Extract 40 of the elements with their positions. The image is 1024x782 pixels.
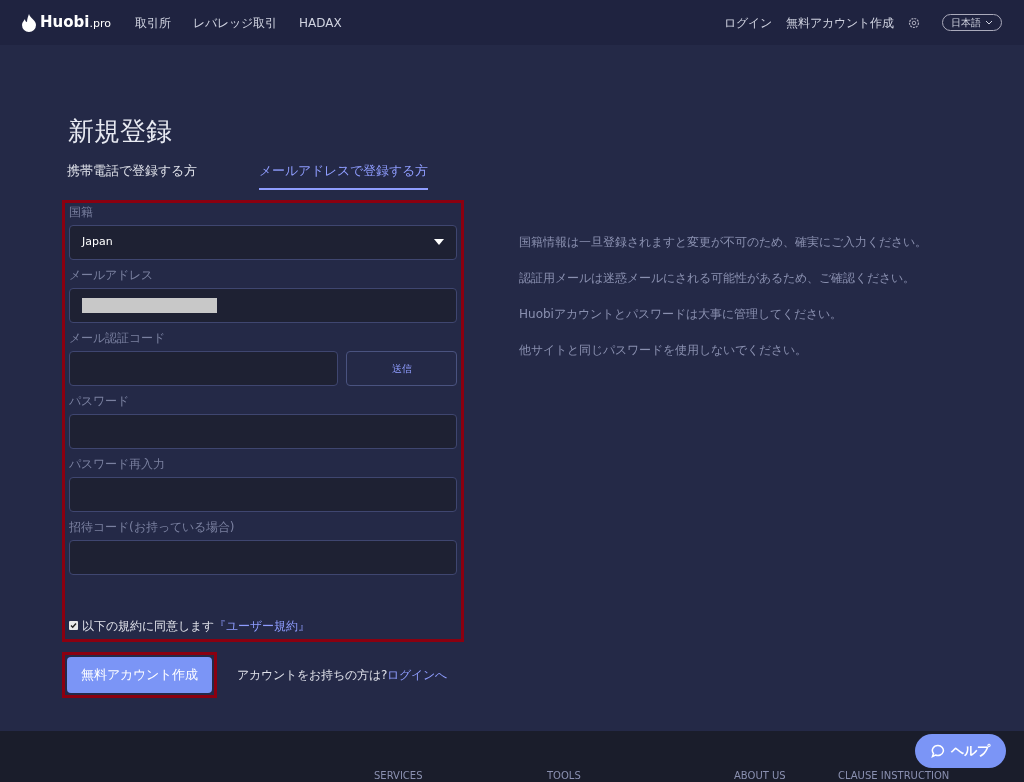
dropdown-caret-icon — [434, 239, 444, 245]
header-link[interactable]: 無料アカウント作成 — [786, 13, 894, 32]
header-link[interactable]: ログイン — [724, 13, 772, 32]
footer-heading: TOOLS — [547, 770, 582, 782]
tab[interactable]: メールアドレスで登録する方 — [259, 161, 428, 190]
login-prompt: アカウントをお持ちの方は?ログインへ — [237, 666, 448, 684]
field-label: 国籍 — [69, 204, 94, 219]
nav-link[interactable]: レバレッジ取引 — [192, 13, 277, 32]
footer-heading: ABOUT US — [734, 770, 787, 782]
country-select[interactable]: Japan — [69, 224, 457, 260]
info-note: 国籍情報は一旦登録されますと変更が不可のため、確実にご入力ください。 — [519, 234, 927, 251]
email-input[interactable] — [69, 287, 457, 323]
input-field[interactable] — [69, 413, 457, 449]
settings-icon[interactable] — [908, 16, 920, 29]
input-field[interactable] — [69, 539, 457, 575]
tab[interactable]: 携帯電話で登録する方 — [67, 161, 197, 190]
nav-link[interactable]: 取引所 — [134, 13, 171, 32]
chevron-down-icon — [985, 20, 993, 25]
input-field[interactable] — [69, 476, 457, 512]
agree-checkbox[interactable] — [69, 621, 78, 630]
footer-heading: SERVICES — [374, 770, 424, 782]
logo-text: Huobi.pro — [40, 12, 111, 34]
info-note: 認証用メールは迷惑メールにされる可能性があるため、ご確認ください。 — [519, 270, 916, 287]
code-input[interactable] — [69, 350, 338, 386]
terms-link[interactable]: 『ユーザー規約』 — [214, 616, 310, 635]
login-link[interactable]: ログインへ — [387, 667, 448, 682]
field-label: パスワード — [69, 393, 130, 408]
field-label: パスワード再入力 — [69, 456, 166, 471]
agree-label: 以下の規約に同意します — [82, 617, 214, 635]
field-label: メールアドレス — [69, 267, 154, 282]
flame-logo-icon — [22, 13, 36, 32]
info-note: 他サイトと同じパスワードを使用しないでください。 — [519, 342, 808, 359]
field-label: メール認証コード — [69, 330, 166, 345]
chat-bubble-icon — [931, 744, 945, 758]
field-label: 招待コード(お持っている場合) — [69, 519, 236, 534]
page-title: 新規登録 — [68, 115, 173, 147]
send-button[interactable]: 送信 — [346, 350, 457, 386]
info-note: Huobiアカウントとパスワードは大事に管理してください。 — [519, 306, 843, 323]
footer-heading: CLAUSE INSTRUCTION — [838, 770, 951, 782]
nav-link[interactable]: HADAX — [298, 13, 342, 32]
